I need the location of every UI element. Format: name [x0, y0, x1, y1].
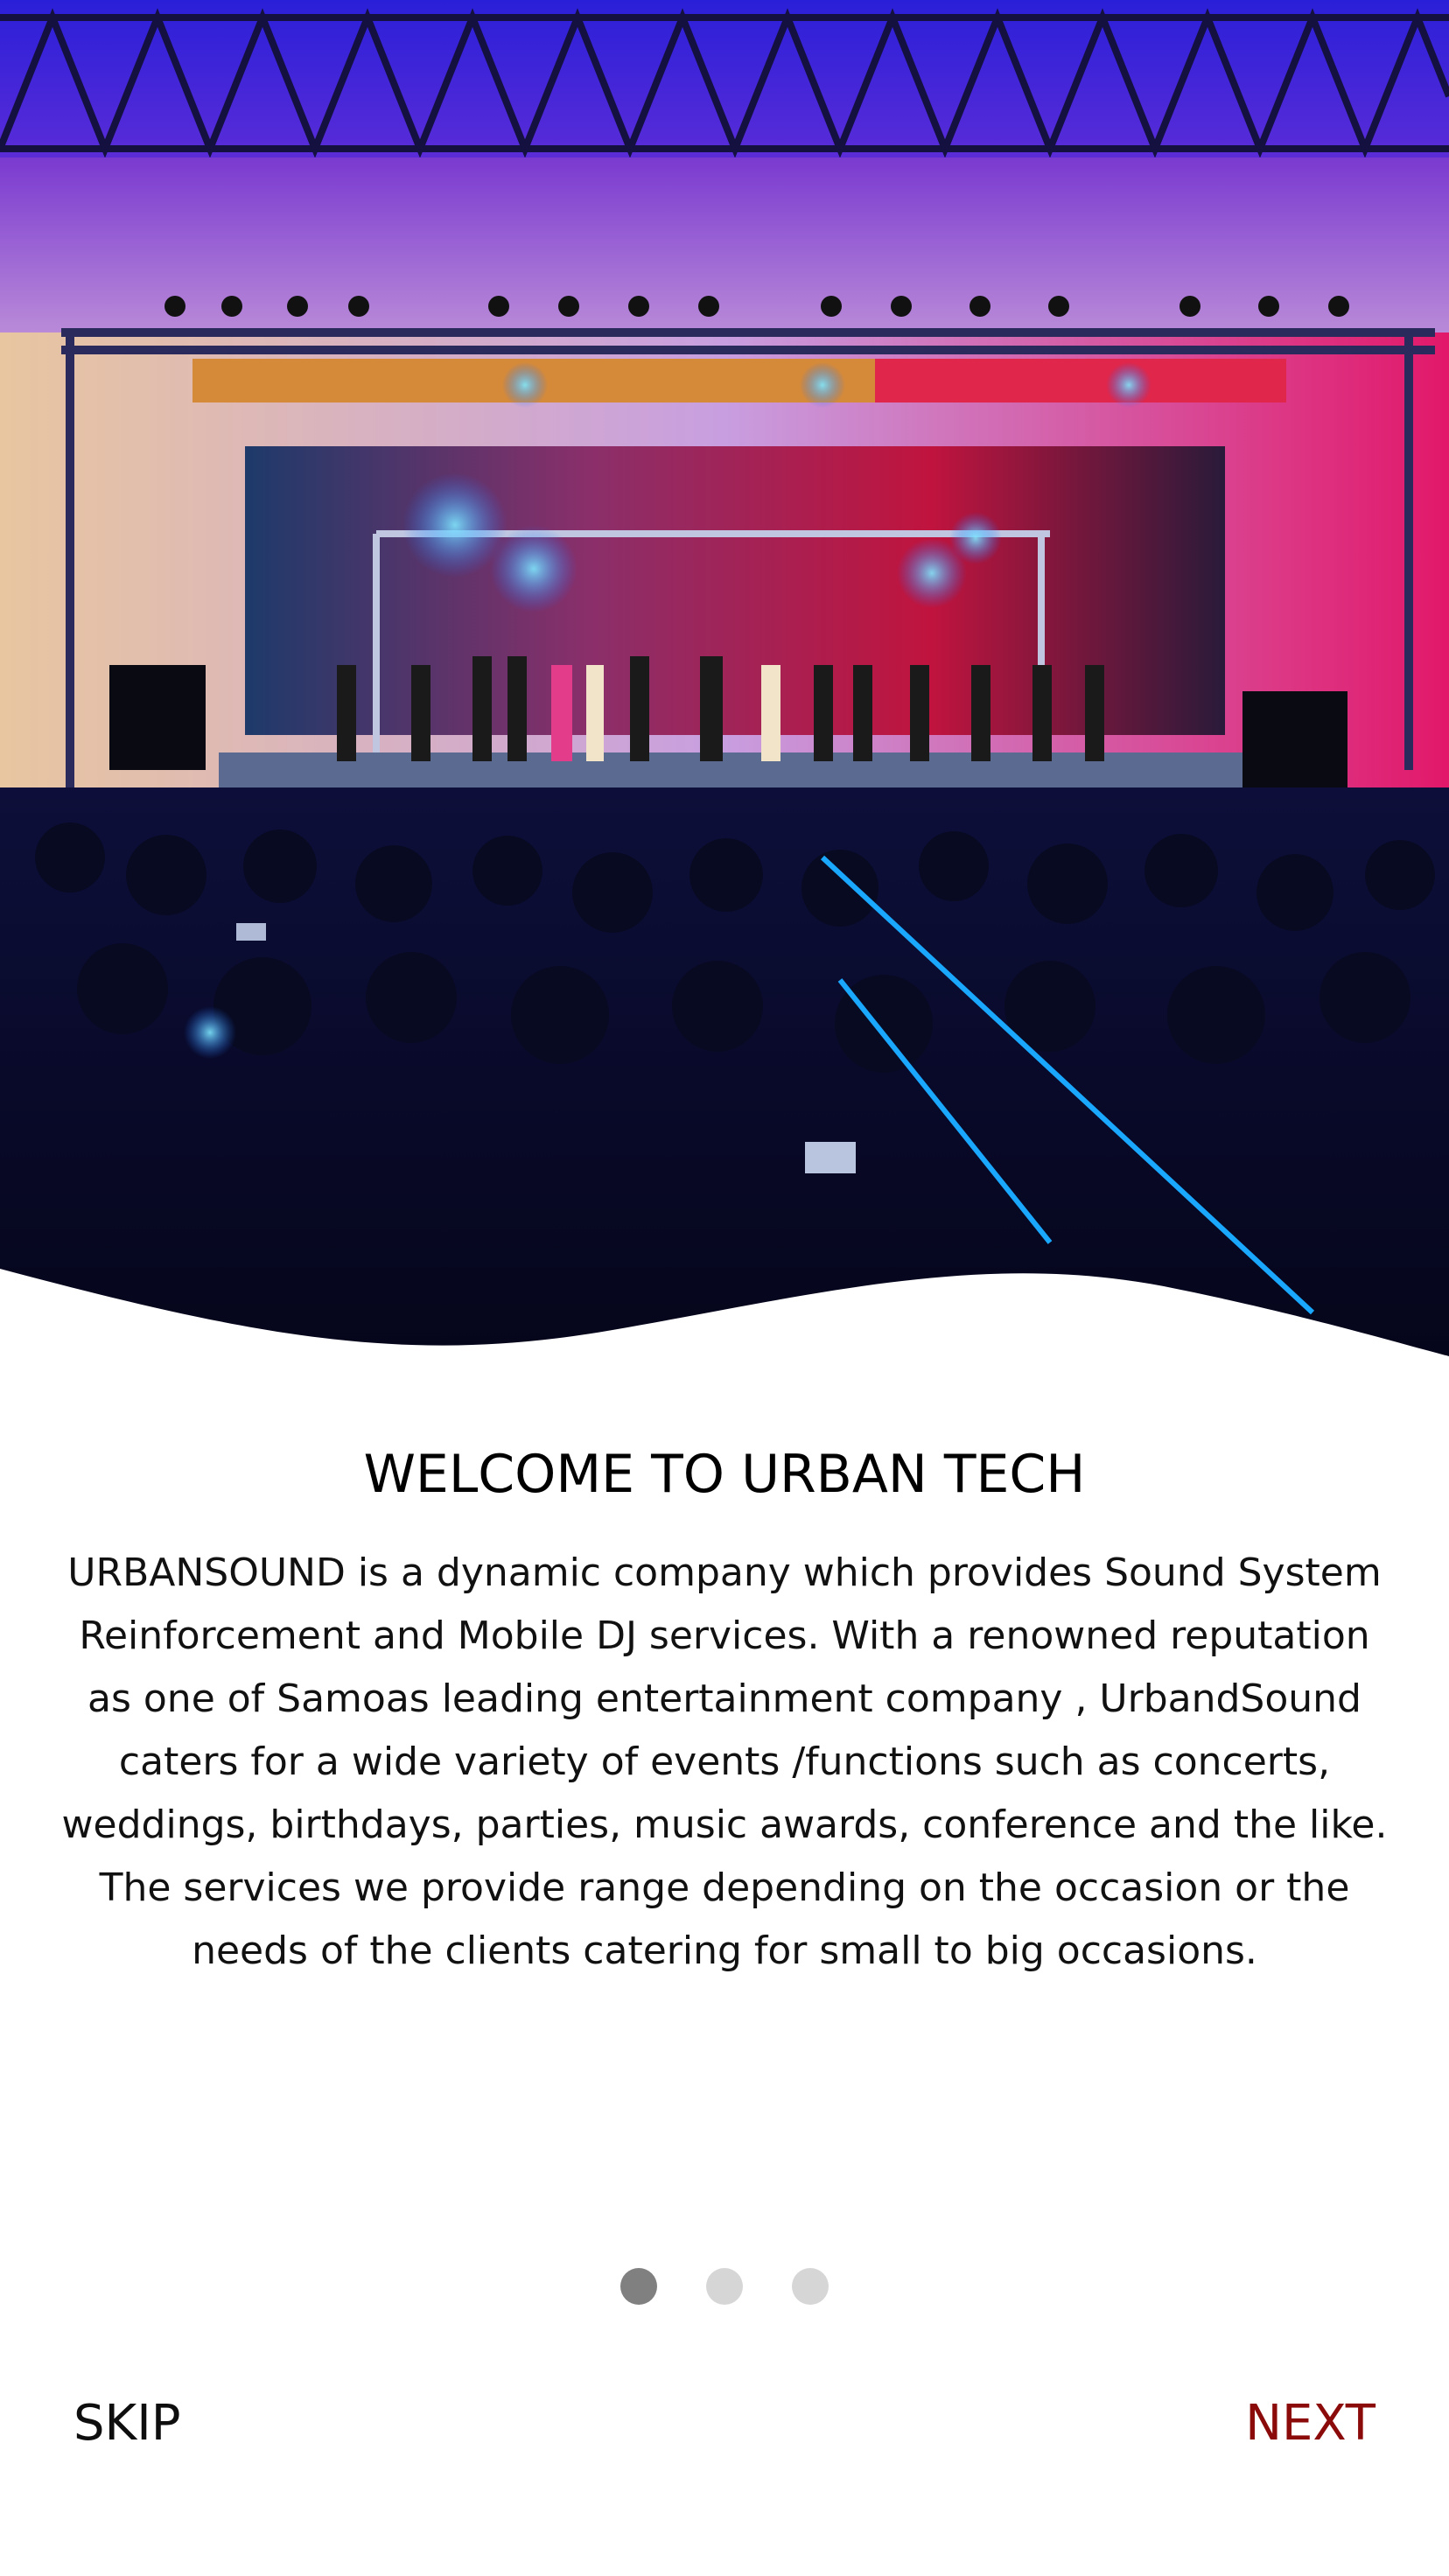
onboarding-screen: WELCOME TO URBAN TECH URBANSOUND is a dy… — [0, 0, 1449, 2576]
hero-image — [0, 0, 1449, 1365]
page-dot-active[interactable] — [620, 2268, 657, 2305]
next-button[interactable]: NEXT — [1245, 2389, 1376, 2459]
onboarding-content: WELCOME TO URBAN TECH URBANSOUND is a dy… — [0, 1435, 1449, 1983]
page-dot[interactable] — [706, 2268, 743, 2305]
skip-button[interactable]: SKIP — [74, 2389, 181, 2459]
onboarding-title: WELCOME TO URBAN TECH — [363, 1444, 1086, 1505]
page-dot[interactable] — [792, 2268, 829, 2305]
page-indicator — [0, 2268, 1449, 2306]
onboarding-description: URBANSOUND is a dynamic company which pr… — [61, 1550, 1388, 1973]
